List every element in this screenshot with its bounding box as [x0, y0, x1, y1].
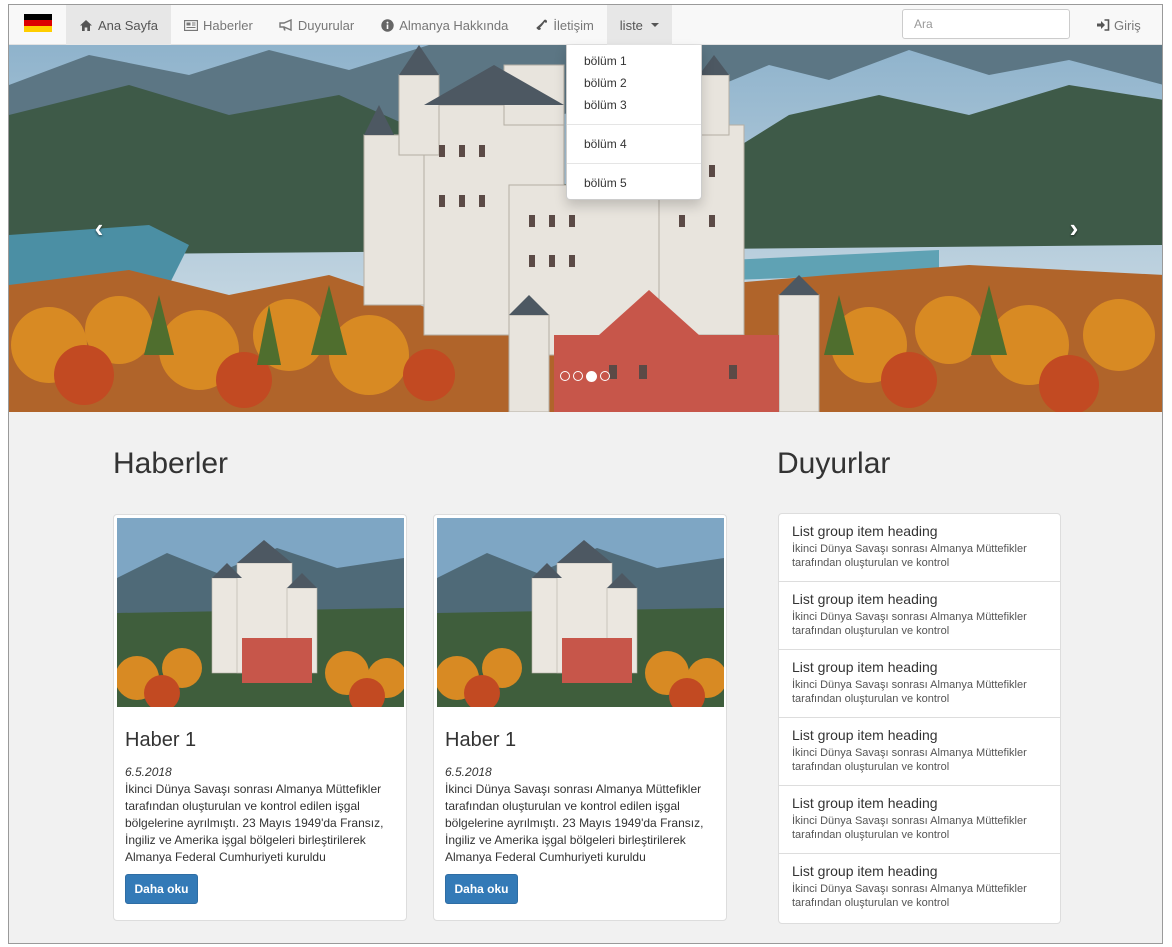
list-item[interactable]: List group item heading İkinci Dünya Sav…	[778, 717, 1061, 786]
dropdown-menu: bölüm 1 bölüm 2 bölüm 3 bölüm 4 bölüm 5	[566, 45, 702, 200]
list-item-heading: List group item heading	[792, 523, 938, 539]
news-card-image	[437, 518, 724, 707]
nav-item-home[interactable]: Ana Sayfa	[66, 5, 171, 45]
chevron-right-icon: ›	[1069, 213, 1079, 243]
chevron-left-icon: ‹	[94, 213, 104, 243]
nav-label-news: Haberler	[203, 17, 253, 33]
news-card-title: Haber 1	[445, 729, 517, 751]
nav-label-dropdown: liste	[619, 17, 643, 33]
dropdown-divider	[567, 124, 701, 125]
list-item-text: İkinci Dünya Savaşı sonrası Almanya Mütt…	[792, 611, 1027, 637]
caret-down-icon	[650, 23, 659, 27]
news-card-title: Haber 1	[125, 729, 197, 751]
info-sign-icon	[380, 18, 394, 32]
navbar: Ana Sayfa Haberler Duyurular Almanya Hak…	[9, 5, 1162, 45]
carousel-indicator[interactable]	[573, 371, 583, 381]
login-label: Giriş	[1114, 17, 1141, 33]
flag-stripe-gold	[24, 26, 52, 32]
home-icon	[79, 18, 93, 32]
list-item-heading: List group item heading	[792, 591, 938, 607]
bullhorn-icon	[279, 18, 293, 32]
news-card-date: 6.5.2018	[445, 765, 492, 779]
list-item-heading: List group item heading	[792, 795, 938, 811]
log-in-icon	[1096, 18, 1110, 32]
list-item[interactable]: List group item heading İkinci Dünya Sav…	[778, 853, 1061, 924]
list-item-text: İkinci Dünya Savaşı sonrası Almanya Mütt…	[792, 543, 1027, 569]
list-item-text: İkinci Dünya Savaşı sonrası Almanya Mütt…	[792, 747, 1027, 773]
carousel-indicators	[560, 371, 610, 382]
dropdown-divider	[567, 163, 701, 164]
nav-item-news[interactable]: Haberler	[171, 5, 266, 45]
list-item-text: İkinci Dünya Savaşı sonrası Almanya Mütt…	[792, 679, 1027, 705]
dropdown-item-bolum-5[interactable]: bölüm 5	[567, 172, 701, 194]
nav-label-announcements: Duyurular	[297, 17, 355, 33]
nav-label-home: Ana Sayfa	[98, 17, 158, 33]
list-item-heading: List group item heading	[792, 659, 938, 675]
list-item-text: İkinci Dünya Savaşı sonrası Almanya Mütt…	[792, 883, 1027, 909]
news-section-title: Haberler	[113, 447, 229, 480]
dropdown-item-bolum-1[interactable]: bölüm 1	[567, 50, 701, 72]
main-nav: Ana Sayfa Haberler Duyurular Almanya Hak…	[66, 5, 672, 45]
list-item[interactable]: List group item heading İkinci Dünya Sav…	[778, 785, 1061, 854]
read-more-button[interactable]: Daha oku	[125, 874, 198, 904]
list-item-heading: List group item heading	[792, 863, 938, 879]
germany-flag-logo[interactable]	[24, 14, 52, 32]
nav-item-announcements[interactable]: Duyurular	[266, 5, 367, 45]
nav-item-about[interactable]: Almanya Hakkında	[367, 5, 521, 45]
carousel-indicator[interactable]	[560, 371, 570, 381]
news-card-date: 6.5.2018	[125, 765, 172, 779]
carousel-indicator[interactable]	[600, 371, 610, 381]
announcements-list: List group item heading İkinci Dünya Sav…	[778, 513, 1061, 924]
list-item[interactable]: List group item heading İkinci Dünya Sav…	[778, 581, 1061, 650]
news-card-text: İkinci Dünya Savaşı sonrası Almanya Mütt…	[125, 782, 384, 864]
login-link[interactable]: Giriş	[1081, 5, 1156, 45]
search-input[interactable]	[902, 9, 1070, 39]
nav-label-about: Almanya Hakkında	[399, 17, 509, 33]
list-item[interactable]: List group item heading İkinci Dünya Sav…	[778, 649, 1061, 718]
news-card-text: İkinci Dünya Savaşı sonrası Almanya Mütt…	[445, 782, 704, 864]
dropdown-item-bolum-4[interactable]: bölüm 4	[567, 133, 701, 155]
dropdown-item-bolum-3[interactable]: bölüm 3	[567, 94, 701, 116]
page-frame: Ana Sayfa Haberler Duyurular Almanya Hak…	[8, 4, 1163, 944]
earphone-icon	[534, 18, 548, 32]
nav-item-contact[interactable]: İletişim	[521, 5, 606, 45]
list-item-text: İkinci Dünya Savaşı sonrası Almanya Mütt…	[792, 815, 1027, 841]
nav-dropdown-toggle[interactable]: liste	[606, 5, 672, 45]
dropdown-item-bolum-2[interactable]: bölüm 2	[567, 72, 701, 94]
carousel-prev-button[interactable]: ‹	[84, 213, 114, 243]
read-more-button[interactable]: Daha oku	[445, 874, 518, 904]
news-card: Haber 1 6.5.2018 İkinci Dünya Savaşı son…	[433, 514, 727, 921]
news-card-image	[117, 518, 404, 707]
newspaper-icon	[184, 18, 198, 32]
list-item[interactable]: List group item heading İkinci Dünya Sav…	[778, 513, 1061, 582]
carousel-next-button[interactable]: ›	[1059, 213, 1089, 243]
nav-label-contact: İletişim	[553, 17, 594, 33]
announcements-section-title: Duyurlar	[777, 447, 891, 480]
news-card: Haber 1 6.5.2018 İkinci Dünya Savaşı son…	[113, 514, 407, 921]
list-item-heading: List group item heading	[792, 727, 938, 743]
carousel-indicator-active[interactable]	[586, 371, 597, 382]
